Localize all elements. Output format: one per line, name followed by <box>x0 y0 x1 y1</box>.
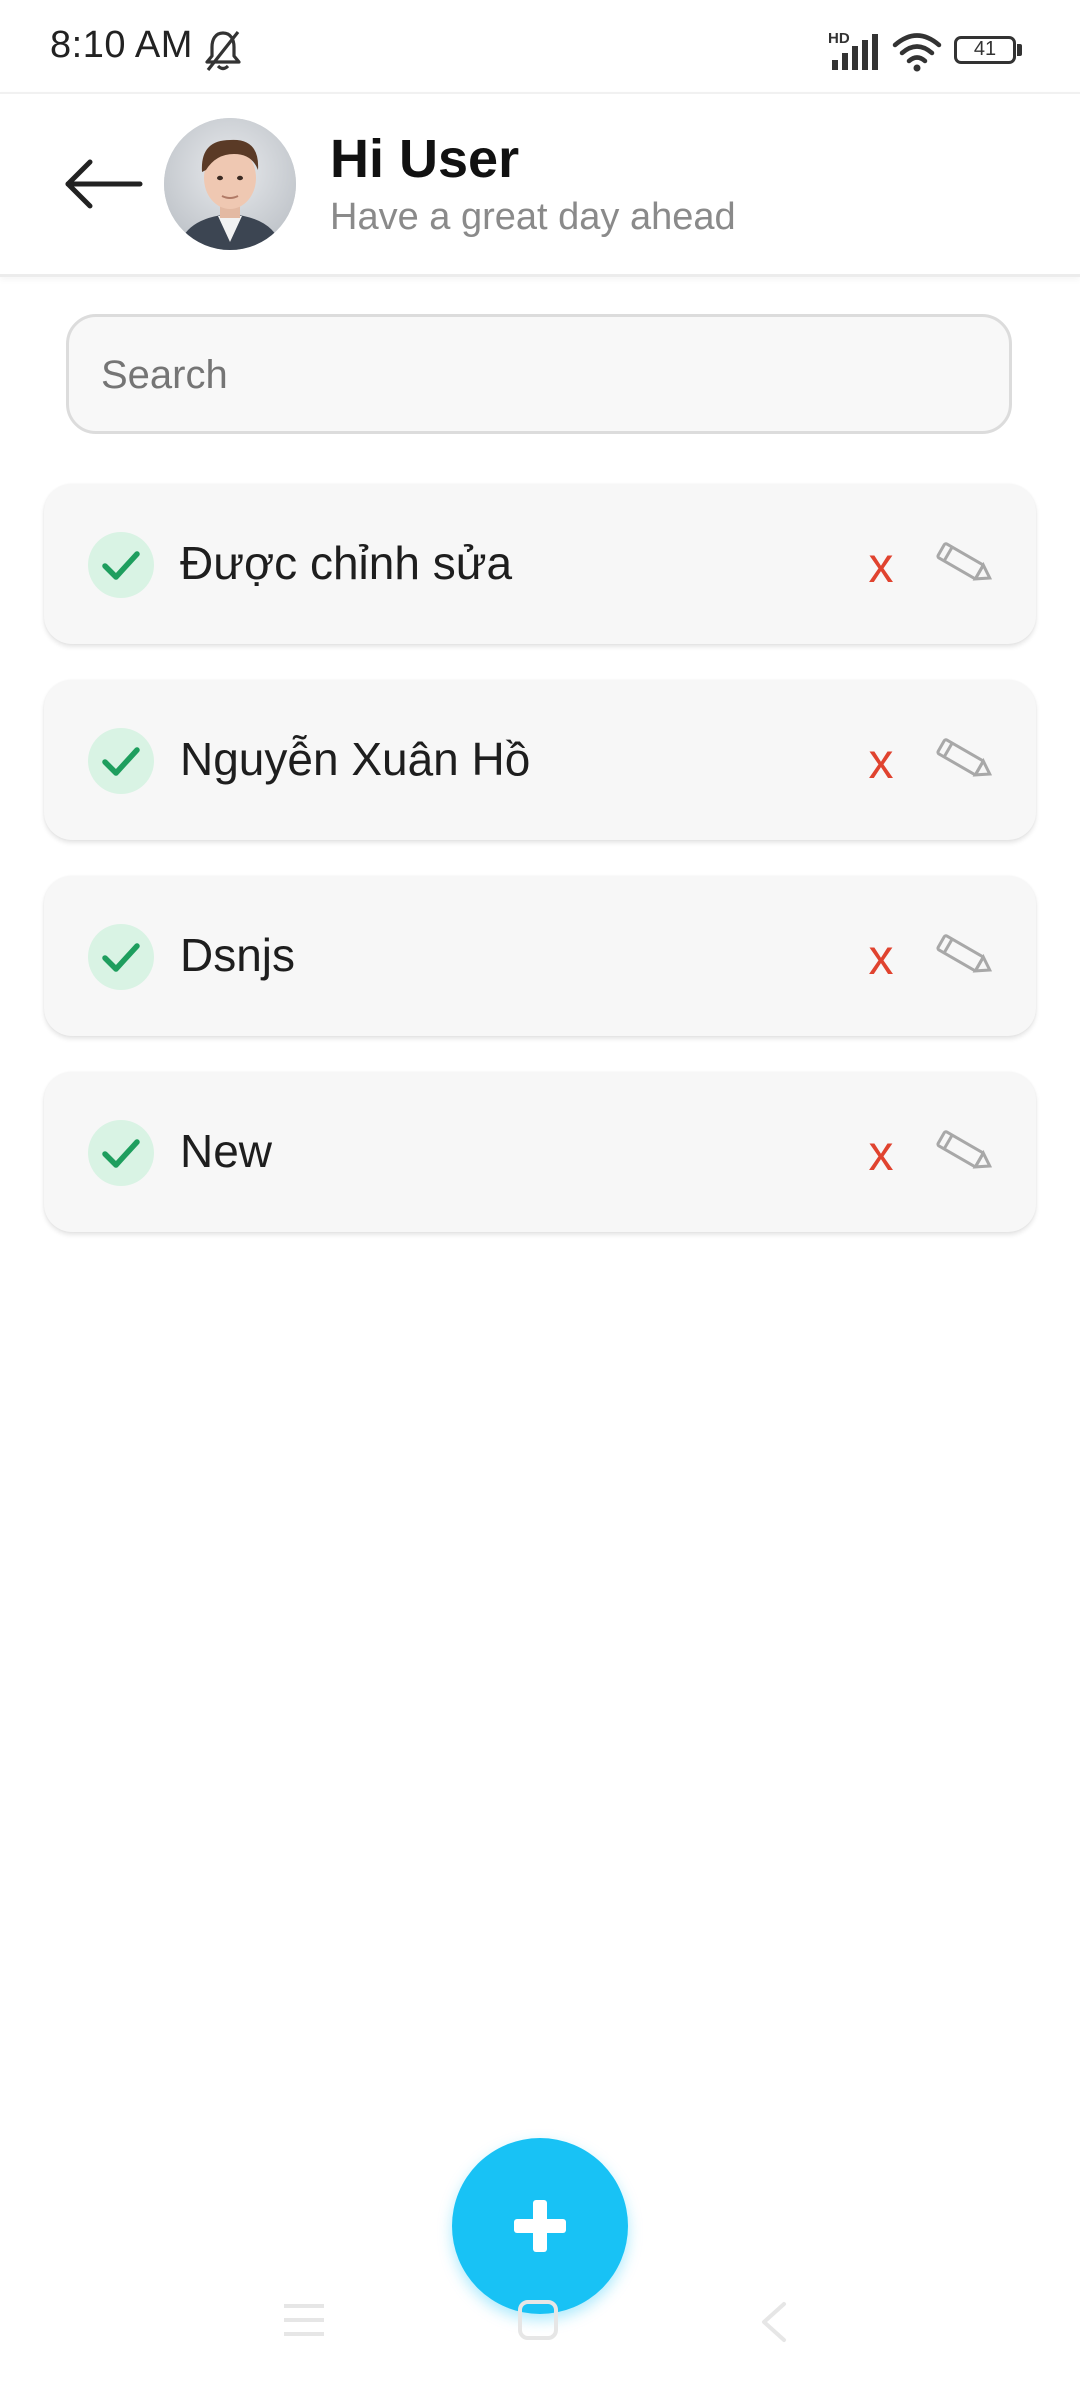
search-input[interactable] <box>99 317 983 433</box>
list-item[interactable]: Nguyễn Xuân Hồ x <box>44 680 1036 840</box>
wifi-icon <box>892 33 942 72</box>
task-list: Được chỉnh sửa x Nguyễn Xuân Hồ x Dsnjs … <box>44 484 1036 1268</box>
check-icon[interactable] <box>88 924 154 990</box>
back-button[interactable] <box>62 142 146 226</box>
check-icon[interactable] <box>88 728 154 794</box>
task-label: New <box>180 1125 273 1177</box>
edit-button[interactable] <box>926 1114 998 1186</box>
app-header: Hi User Have a great day ahead <box>0 92 1080 277</box>
battery-tip <box>1017 44 1022 56</box>
check-icon[interactable] <box>88 1120 154 1186</box>
delete-button[interactable]: x <box>856 726 906 796</box>
task-label: Nguyễn Xuân Hồ <box>180 733 531 785</box>
plus-icon <box>514 2200 566 2252</box>
pencil-icon <box>936 1130 993 1169</box>
edit-button[interactable] <box>926 918 998 990</box>
signal-icon <box>832 34 878 70</box>
delete-button[interactable]: x <box>856 530 906 600</box>
edit-button[interactable] <box>926 526 998 598</box>
arrow-left-icon <box>65 159 143 209</box>
pencil-icon <box>936 738 993 777</box>
battery-icon: 41 <box>954 36 1016 64</box>
bell-muted-icon <box>205 31 241 71</box>
menu-icon[interactable] <box>282 2300 326 2340</box>
status-bar: 8:10 AM HD 41 <box>0 0 1080 92</box>
check-icon[interactable] <box>88 532 154 598</box>
system-back-icon[interactable] <box>758 2300 790 2344</box>
greeting-title: Hi User <box>330 129 520 189</box>
delete-button[interactable]: x <box>856 1118 906 1188</box>
greeting-subtitle: Have a great day ahead <box>330 196 736 238</box>
list-item[interactable]: New x <box>44 1072 1036 1232</box>
edit-button[interactable] <box>926 722 998 794</box>
pencil-icon <box>936 542 993 581</box>
task-label: Được chỉnh sửa <box>180 537 513 589</box>
home-icon[interactable] <box>516 2300 560 2340</box>
add-task-button[interactable] <box>452 2138 628 2314</box>
avatar[interactable] <box>164 118 296 250</box>
delete-button[interactable]: x <box>856 922 906 992</box>
pencil-icon <box>936 934 993 973</box>
list-item[interactable]: Dsnjs x <box>44 876 1036 1036</box>
search-box <box>66 314 1012 434</box>
battery-level: 41 <box>973 38 997 60</box>
task-label: Dsnjs <box>180 929 296 981</box>
list-item[interactable]: Được chỉnh sửa x <box>44 484 1036 644</box>
status-time: 8:10 AM <box>50 24 193 66</box>
